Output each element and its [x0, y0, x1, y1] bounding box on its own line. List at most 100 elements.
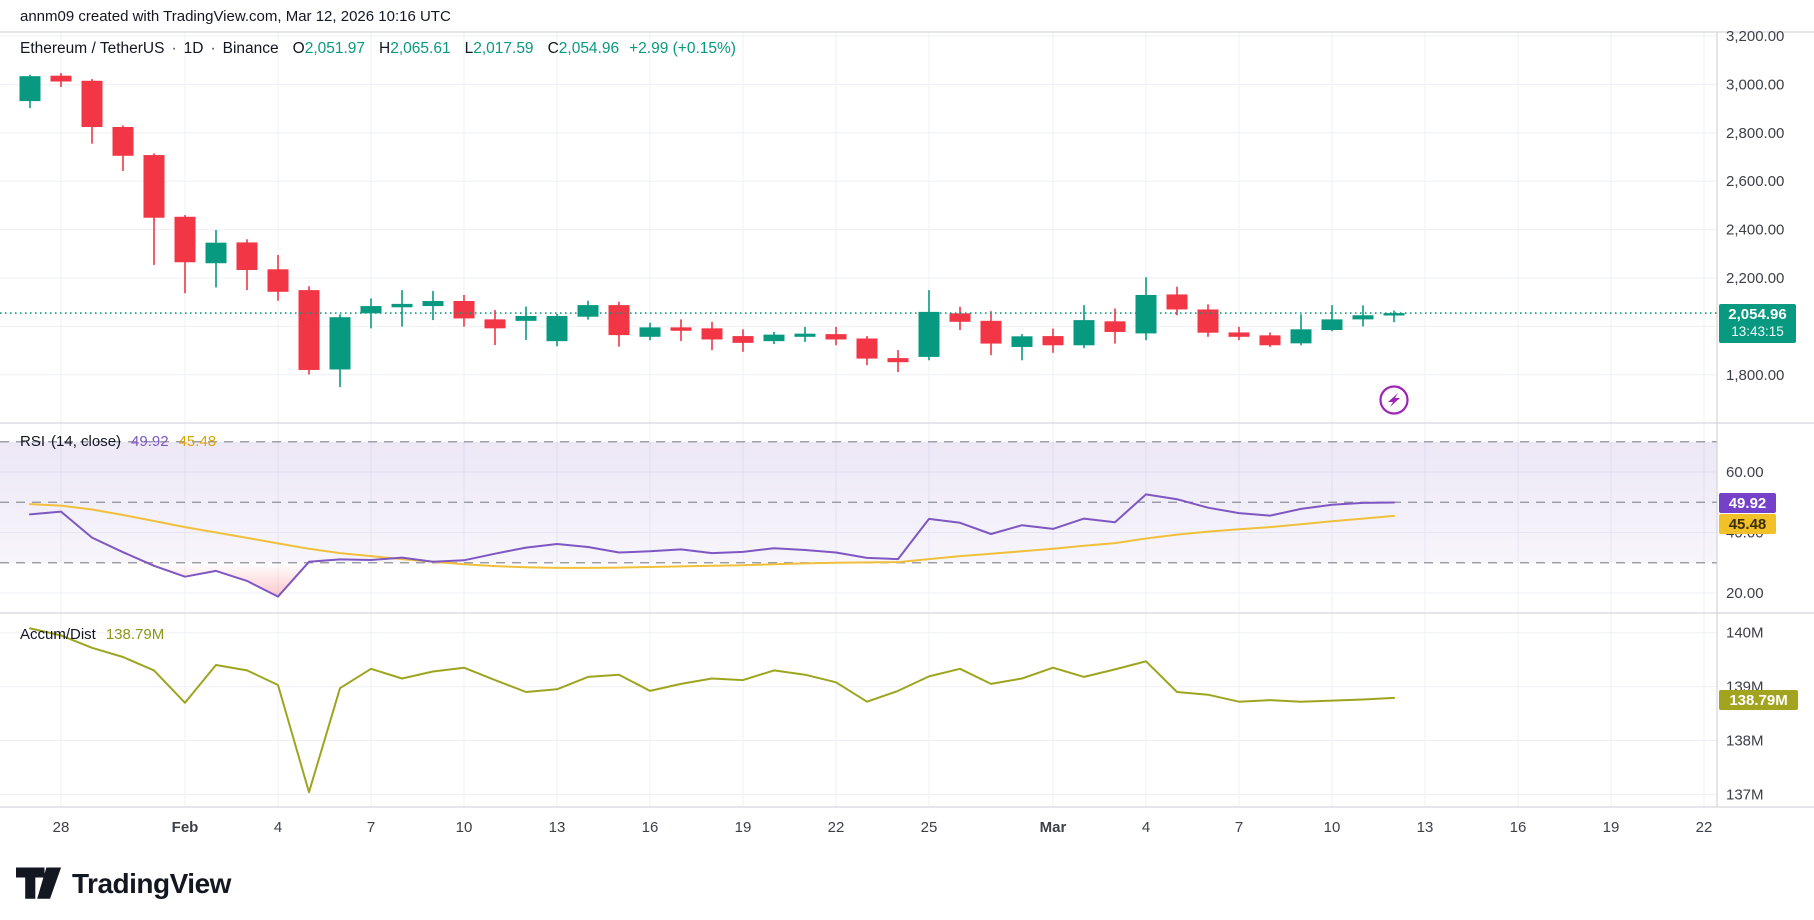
candle-body: [888, 358, 909, 362]
candle-body: [981, 321, 1002, 344]
ohlc-high: H2,065.61: [379, 40, 451, 58]
candle-body: [51, 76, 72, 82]
time-tick-label: 4: [1142, 819, 1150, 836]
candle-body: [485, 319, 506, 328]
tradingview-logo-text: TradingView: [72, 868, 231, 900]
time-tick-label: 4: [274, 819, 282, 836]
candle-body: [144, 155, 165, 218]
candle-body: [330, 317, 351, 369]
tradingview-logo[interactable]: TradingView: [16, 866, 231, 902]
candle-body: [1322, 319, 1343, 330]
candle-body: [795, 334, 816, 337]
candle-body: [702, 328, 723, 339]
candle-body: [516, 316, 537, 321]
candle-body: [206, 243, 227, 264]
exchange-label: Binance: [223, 40, 279, 58]
price-tick-label: 2,400.00: [1726, 222, 1784, 239]
time-tick-label: 22: [1696, 819, 1713, 836]
candle-body: [20, 76, 41, 101]
rsi-tick-label: 60.00: [1726, 464, 1764, 481]
rsi-ma-value: 45.48: [179, 433, 217, 450]
time-tick-label: 25: [921, 819, 938, 836]
candle-body: [826, 334, 847, 339]
candle-body: [671, 327, 692, 330]
time-tick-label: 7: [367, 819, 375, 836]
candle-body: [392, 304, 413, 307]
current-price-badge: 2,054.96 13:43:15: [1719, 304, 1796, 343]
time-tick-label: 16: [1510, 819, 1527, 836]
rsi-value-badge: 49.92: [1719, 493, 1776, 513]
symbol-legend[interactable]: Ethereum / TetherUS · 1D · Binance O2,05…: [20, 40, 736, 58]
candle-body: [1167, 294, 1188, 309]
candle-body: [1353, 315, 1374, 319]
accum-dist-value: 138.79M: [106, 626, 164, 643]
candle-body: [237, 242, 258, 270]
ad-tick-label: 137M: [1726, 786, 1764, 803]
time-tick-label: 19: [1603, 819, 1620, 836]
candle-body: [1229, 332, 1250, 336]
price-tick-label: 3,000.00: [1726, 76, 1784, 93]
time-tick-label: Feb: [172, 819, 199, 836]
price-tick-label: 2,800.00: [1726, 125, 1784, 142]
time-tick-label: 10: [1324, 819, 1341, 836]
candle-body: [640, 327, 661, 336]
price-chart-canvas[interactable]: 3,200.003,000.002,800.002,600.002,400.00…: [0, 0, 1814, 920]
rsi-tick-label: 20.00: [1726, 585, 1764, 602]
candle-body: [113, 127, 134, 156]
accum-dist-label[interactable]: Accum/Dist: [20, 626, 96, 643]
candle-body: [857, 339, 878, 359]
ad-tick-label: 140M: [1726, 625, 1764, 642]
time-tick-label: 28: [53, 819, 70, 836]
time-tick-label: 16: [642, 819, 659, 836]
ohlc-low: L2,017.59: [465, 40, 534, 58]
current-price-value: 2,054.96: [1728, 306, 1786, 324]
candle-body: [1136, 295, 1157, 333]
price-tick-label: 2,200.00: [1726, 270, 1784, 287]
time-tick-label: 19: [735, 819, 752, 836]
rsi-params: (14, close): [51, 433, 121, 450]
candle-body: [609, 305, 630, 335]
candle-body: [547, 316, 568, 341]
accum-dist-legend[interactable]: Accum/Dist 138.79M: [20, 626, 164, 643]
change-value: +2.99 (+0.15%): [629, 40, 736, 58]
tradingview-logo-icon: [16, 866, 62, 902]
candle-body: [733, 336, 754, 343]
time-tick-label: 13: [549, 819, 566, 836]
time-tick-label: 10: [456, 819, 473, 836]
rsi-ma-value-badge: 45.48: [1719, 514, 1776, 534]
candle-body: [1074, 320, 1095, 345]
ohlc-open: O2,051.97: [293, 40, 365, 58]
candle-body: [578, 305, 599, 317]
ohlc-close: C2,054.96: [548, 40, 620, 58]
price-tick-label: 3,200.00: [1726, 28, 1784, 45]
accum-dist-value-badge: 138.79M: [1719, 690, 1798, 710]
legend-separator: ·: [210, 40, 215, 58]
candle-body: [175, 217, 196, 262]
candle-body: [1105, 321, 1126, 332]
rsi-value: 49.92: [131, 433, 169, 450]
candle-body: [423, 301, 444, 306]
candle-body: [268, 269, 289, 292]
candle-body: [1291, 329, 1312, 343]
candle-body: [1012, 336, 1033, 347]
chart-window: 3,200.003,000.002,800.002,600.002,400.00…: [0, 0, 1814, 920]
rsi-label[interactable]: RSI: [20, 433, 45, 450]
candle-body: [919, 312, 940, 357]
symbol-name[interactable]: Ethereum / TetherUS: [20, 40, 164, 58]
candle-body: [299, 290, 320, 370]
time-tick-label: 7: [1235, 819, 1243, 836]
ad-tick-label: 138M: [1726, 733, 1764, 750]
legend-separator: ·: [171, 40, 176, 58]
candle-body: [361, 306, 382, 313]
attribution-text: annm09 created with TradingView.com, Mar…: [20, 8, 451, 25]
candle-body: [764, 335, 785, 342]
candle-body: [1260, 335, 1281, 345]
time-tick-label: 22: [828, 819, 845, 836]
candle-body: [454, 301, 475, 318]
candle-body: [950, 313, 971, 321]
rsi-legend[interactable]: RSI (14, close) 49.92 45.48: [20, 433, 216, 450]
time-tick-label: Mar: [1040, 819, 1067, 836]
countdown-timer: 13:43:15: [1731, 324, 1784, 340]
candle-body: [1043, 336, 1064, 345]
interval-label[interactable]: 1D: [184, 40, 204, 58]
